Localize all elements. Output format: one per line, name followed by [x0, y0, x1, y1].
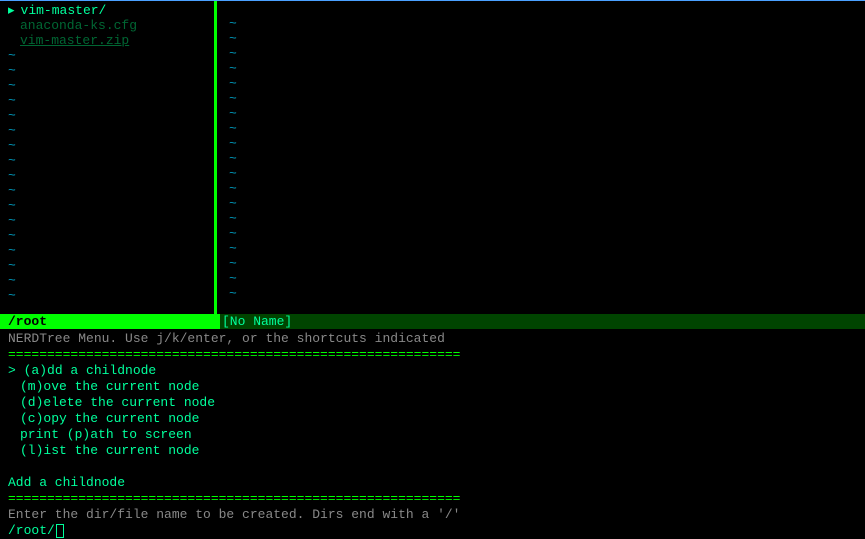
tilde-line: ~ [221, 106, 865, 121]
tilde-line: ~ [0, 48, 214, 63]
tree-dir-name: vim-master/ [21, 3, 107, 18]
menu-item-list[interactable]: (l)ist the current node [8, 443, 865, 459]
status-left-path: /root [0, 314, 220, 329]
tilde-line: ~ [0, 138, 214, 153]
tilde-line: ~ [221, 31, 865, 46]
menu-item-copy[interactable]: (c)opy the current node [8, 411, 865, 427]
tree-file[interactable]: vim-master.zip [8, 33, 214, 48]
tilde-line: ~ [0, 198, 214, 213]
tree-items: ▸ vim-master/ anaconda-ks.cfg vim-master.… [0, 1, 214, 48]
tilde-line: ~ [221, 46, 865, 61]
tilde-line: ~ [221, 181, 865, 196]
menu-title: NERDTree Menu. Use j/k/enter, or the sho… [8, 331, 865, 347]
menu-item-delete[interactable]: (d)elete the current node [8, 395, 865, 411]
nerdtree-pane[interactable]: ▸ vim-master/ anaconda-ks.cfg vim-master.… [0, 1, 217, 314]
menu-separator: ========================================… [8, 347, 865, 363]
tilde-line: ~ [221, 16, 865, 31]
tilde-line: ~ [0, 213, 214, 228]
action-label: Add a childnode [8, 475, 865, 491]
tilde-line: ~ [221, 286, 865, 301]
tilde-line: ~ [221, 166, 865, 181]
tilde-line: ~ [221, 136, 865, 151]
cursor-icon [56, 524, 64, 538]
nerdtree-tildes: ~ ~ ~ ~ ~ ~ ~ ~ ~ ~ ~ ~ ~ ~ ~ ~ ~ [0, 48, 214, 303]
tilde-line: ~ [221, 256, 865, 271]
tree-file[interactable]: anaconda-ks.cfg [8, 18, 214, 33]
tilde-line: ~ [221, 241, 865, 256]
status-right-buffer: [No Name] [220, 314, 865, 329]
tilde-line: ~ [0, 183, 214, 198]
tilde-line: ~ [221, 76, 865, 91]
menu-item-print-path[interactable]: print (p)ath to screen [8, 427, 865, 443]
tilde-line: ~ [0, 93, 214, 108]
tilde-line: ~ [0, 273, 214, 288]
menu-item-add[interactable]: (a)dd a childnode [8, 363, 865, 379]
tilde-line: ~ [0, 123, 214, 138]
tilde-line: ~ [221, 121, 865, 136]
tilde-line: ~ [0, 108, 214, 123]
tilde-line: ~ [221, 211, 865, 226]
tilde-line [221, 1, 865, 16]
tilde-line: ~ [221, 271, 865, 286]
tilde-line: ~ [0, 288, 214, 303]
menu-item-move[interactable]: (m)ove the current node [8, 379, 865, 395]
status-bar: /root [No Name] [0, 314, 865, 329]
tilde-line: ~ [0, 78, 214, 93]
tilde-line: ~ [0, 63, 214, 78]
nerdtree-menu: NERDTree Menu. Use j/k/enter, or the sho… [0, 329, 865, 539]
tilde-line: ~ [221, 91, 865, 106]
top-panes: ▸ vim-master/ anaconda-ks.cfg vim-master.… [0, 1, 865, 314]
tilde-line: ~ [221, 151, 865, 166]
tilde-line: ~ [0, 243, 214, 258]
chevron-right-icon: ▸ [8, 3, 15, 18]
tilde-line: ~ [0, 153, 214, 168]
path-input[interactable]: /root/ [8, 523, 865, 539]
tilde-line: ~ [0, 168, 214, 183]
menu-separator: ========================================… [8, 491, 865, 507]
prompt-text: Enter the dir/file name to be created. D… [8, 507, 865, 523]
tilde-line: ~ [221, 196, 865, 211]
tilde-line: ~ [221, 61, 865, 76]
tilde-line: ~ [0, 228, 214, 243]
tilde-line: ~ [0, 258, 214, 273]
editor-pane[interactable]: ~ ~ ~ ~ ~ ~ ~ ~ ~ ~ ~ ~ ~ ~ ~ ~ ~ ~ ~ [217, 1, 865, 314]
editor-tildes: ~ ~ ~ ~ ~ ~ ~ ~ ~ ~ ~ ~ ~ ~ ~ ~ ~ ~ ~ [217, 1, 865, 301]
input-value: /root/ [8, 523, 55, 538]
tilde-line: ~ [221, 226, 865, 241]
tree-directory[interactable]: ▸ vim-master/ [8, 3, 214, 18]
